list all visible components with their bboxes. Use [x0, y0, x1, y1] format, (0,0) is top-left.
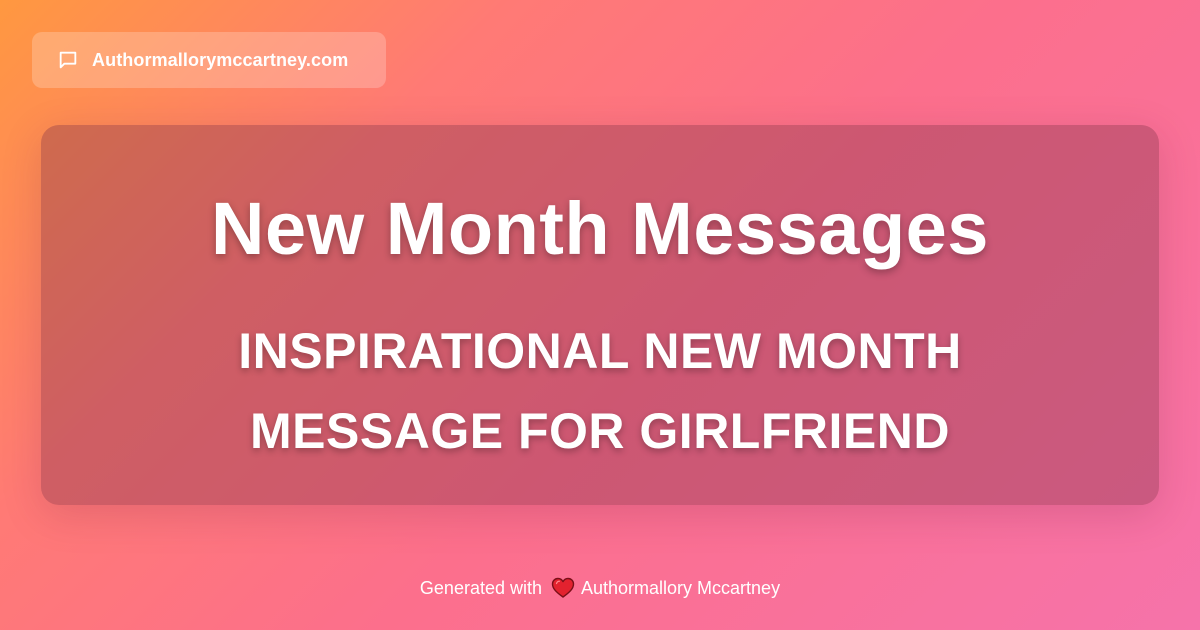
footer-credit: Generated with Authormallory Mccartney — [0, 574, 1200, 602]
chat-bubble-icon — [56, 48, 80, 72]
footer-prefix: Generated with — [419, 577, 542, 598]
site-badge[interactable]: Authormallorymccartney.com — [32, 32, 386, 88]
page-title: New Month Messages — [211, 187, 989, 270]
footer-author[interactable]: Authormallory Mccartney — [581, 578, 780, 599]
subtitle-line-1: INSPIRATIONAL NEW MONTH — [238, 323, 962, 379]
heart-icon — [550, 576, 576, 600]
message-card: New Month Messages INSPIRATIONAL NEW MON… — [41, 125, 1159, 505]
subtitle-line-2: MESSAGE FOR GIRLFRIEND — [250, 403, 950, 459]
site-name[interactable]: Authormallorymccartney.com — [92, 50, 348, 71]
page-subtitle: INSPIRATIONAL NEW MONTH MESSAGE FOR GIRL… — [101, 311, 1099, 471]
